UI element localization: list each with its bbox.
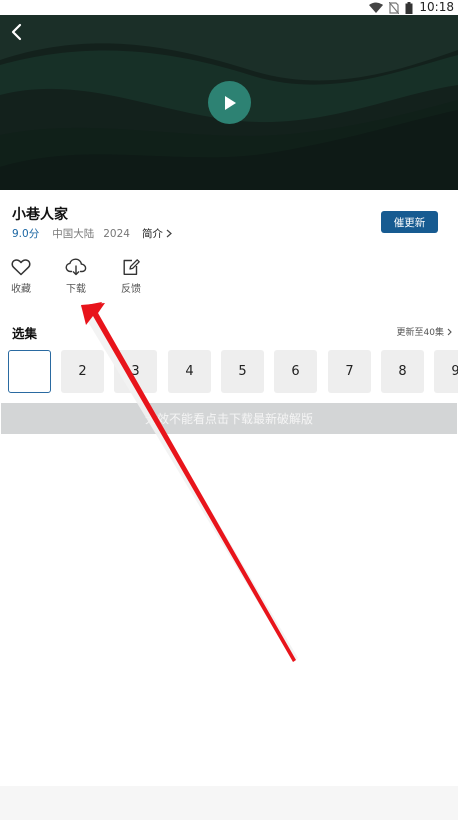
feedback-label: 反馈 — [121, 284, 141, 295]
edit-icon — [123, 259, 140, 275]
play-button[interactable] — [208, 81, 251, 124]
clock: 10:18 — [419, 0, 454, 14]
episodes-title: 选集 — [12, 326, 38, 341]
update-link[interactable]: 更新至40集 — [397, 325, 452, 338]
status-bar: 10:18 — [0, 0, 458, 15]
download-notice-banner[interactable]: 无效不能看点击下载最新破解版 — [1, 403, 457, 434]
update-text: 更新至40集 — [396, 328, 444, 338]
back-button[interactable] — [6, 21, 28, 43]
cloud-download-icon — [65, 258, 87, 276]
episode-list: 2 3 4 5 6 7 8 9 — [0, 349, 458, 394]
chevron-left-icon — [11, 23, 22, 41]
no-sim-icon — [389, 1, 400, 14]
bottom-bar — [0, 786, 458, 820]
heart-icon — [11, 259, 31, 276]
download-label: 下载 — [66, 284, 86, 295]
chevron-right-icon — [166, 229, 172, 238]
status-icons: 10:18 — [369, 0, 454, 15]
feedback-button[interactable]: 反馈 — [116, 258, 146, 295]
episode-2-button[interactable]: 2 — [61, 350, 104, 393]
play-icon — [224, 95, 236, 110]
episode-6-button[interactable]: 6 — [274, 350, 317, 393]
favorite-button[interactable]: 收藏 — [6, 258, 36, 295]
episode-1-button[interactable] — [8, 350, 51, 393]
show-year: 2024 — [103, 227, 130, 240]
favorite-label: 收藏 — [11, 284, 31, 295]
download-button[interactable]: 下载 — [61, 258, 91, 295]
episode-4-button[interactable]: 4 — [168, 350, 211, 393]
chevron-right-icon — [447, 328, 452, 335]
episode-3-button[interactable]: 3 — [114, 350, 157, 393]
show-title: 小巷人家 — [12, 207, 68, 223]
episode-5-button[interactable]: 5 — [221, 350, 264, 393]
urge-update-button[interactable]: 催更新 — [381, 211, 438, 233]
show-meta: 9.0分 中国大陆 2024 简介 — [12, 226, 172, 241]
intro-label: 简介 — [141, 228, 163, 240]
video-player[interactable] — [0, 15, 458, 190]
intro-link[interactable]: 简介 — [142, 226, 172, 241]
episode-9-button[interactable]: 9 — [434, 350, 458, 393]
show-region: 中国大陆 — [52, 228, 95, 240]
battery-icon — [405, 1, 413, 14]
show-score: 9.0分 — [12, 228, 40, 240]
wifi-icon — [369, 2, 384, 13]
episode-8-button[interactable]: 8 — [381, 350, 424, 393]
episode-7-button[interactable]: 7 — [328, 350, 371, 393]
